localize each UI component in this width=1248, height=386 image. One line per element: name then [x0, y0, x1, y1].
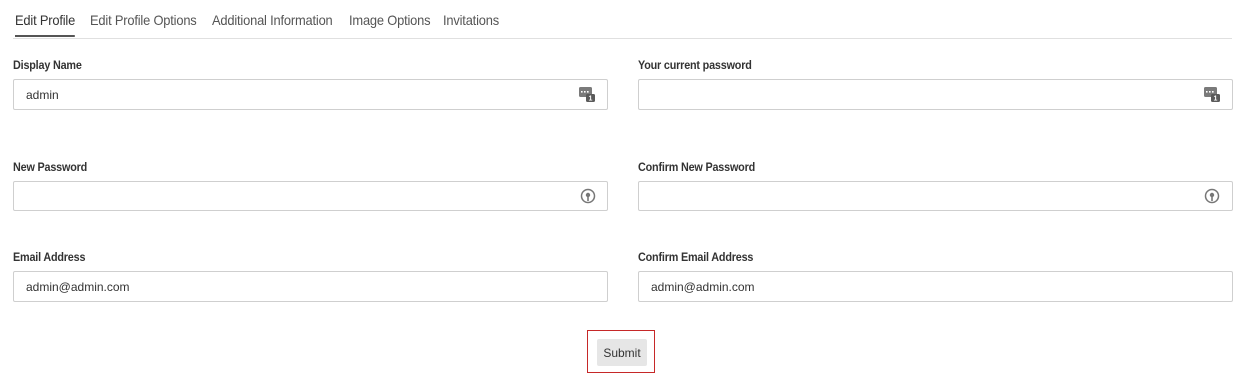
- display-name-input[interactable]: [13, 79, 608, 110]
- tab-edit-profile-options[interactable]: Edit Profile Options: [90, 12, 197, 28]
- new-password-input[interactable]: [13, 181, 608, 211]
- tab-image-options[interactable]: Image Options: [349, 12, 431, 28]
- confirm-email-label: Confirm Email Address: [638, 250, 754, 264]
- tab-invitations[interactable]: Invitations: [443, 12, 499, 28]
- email-label: Email Address: [13, 250, 86, 264]
- submit-highlight: Submit: [587, 330, 655, 373]
- confirm-new-password-input[interactable]: [638, 181, 1233, 211]
- confirm-new-password-label: Confirm New Password: [638, 160, 756, 174]
- svg-text:1: 1: [1214, 96, 1218, 102]
- profile-tabs: Edit Profile Edit Profile Options Additi…: [13, 0, 1232, 39]
- current-password-input[interactable]: [638, 79, 1233, 110]
- key-icon[interactable]: [1204, 188, 1220, 204]
- password-manager-icon[interactable]: 1: [1204, 86, 1220, 103]
- submit-button[interactable]: Submit: [597, 339, 647, 366]
- email-input[interactable]: [13, 271, 608, 302]
- key-icon[interactable]: [580, 188, 596, 204]
- tab-edit-profile[interactable]: Edit Profile: [15, 12, 76, 37]
- tab-additional-information[interactable]: Additional Information: [212, 12, 333, 28]
- current-password-label: Your current password: [638, 58, 752, 72]
- svg-text:1: 1: [589, 96, 593, 102]
- display-name-label: Display Name: [13, 58, 82, 72]
- confirm-email-input[interactable]: [638, 271, 1233, 302]
- password-manager-icon[interactable]: 1: [579, 86, 595, 103]
- new-password-label: New Password: [13, 160, 88, 174]
